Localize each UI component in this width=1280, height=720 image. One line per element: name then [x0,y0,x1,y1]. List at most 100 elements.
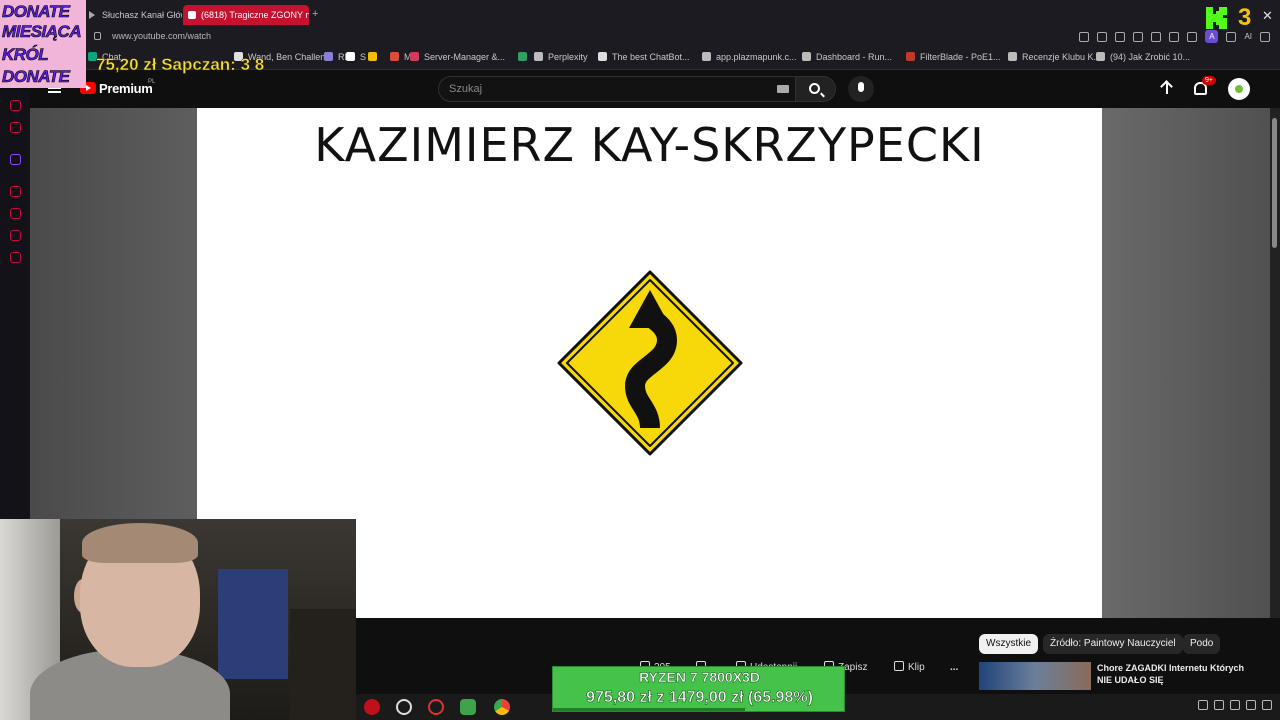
donate-ticker: 75,20 zł Sapczan: 3 8 [96,55,265,75]
chrome-icon[interactable] [494,699,510,715]
clip-label: Klip [908,662,925,673]
bookmark-favicon-icon [1008,52,1017,61]
sidebar-icon-settings[interactable] [10,252,21,263]
network-icon[interactable] [1230,700,1240,710]
chip-next[interactable]: Podo [1183,634,1221,654]
goal-title: RYZEN 7 7800X3D [639,669,760,685]
bookmark-favicon-icon [324,52,333,61]
speedometer-icon[interactable] [428,699,444,715]
recommended-title: Chore ZAGADKI Internetu Których NIE UDAŁ… [1097,663,1245,685]
sidebar-icon-extensions[interactable] [10,230,21,241]
chip-all[interactable]: Wszystkie [979,634,1038,654]
bookmark-item[interactable]: FilterBlade - PoE1... [906,52,1001,62]
search-button[interactable] [796,76,836,102]
sidebar-icon-player[interactable] [10,186,21,197]
bookmark-icon[interactable] [1079,31,1090,42]
camera-icon[interactable] [1133,31,1144,42]
search-icon [809,83,820,94]
bookmark-label: app.plazmapunk.c... [716,52,797,62]
bookmark-item[interactable]: Server-Manager &... [410,52,505,62]
new-tab-button[interactable]: + [312,8,318,20]
youtube-header: Premium PL 9+ [30,70,1280,108]
bookmark-label: (94) Jak Zrobić 10... [1110,52,1191,62]
bookmark-favicon-icon [410,52,419,61]
bookmark-item[interactable]: Perplexity [534,52,588,62]
bookmark-favicon-icon [702,52,711,61]
system-tray [1198,700,1272,710]
record-app-icon[interactable] [364,699,380,715]
kick-logo-icon [1206,7,1227,29]
chip-source[interactable]: Źródło: Paintowy Nauczyciel [1043,634,1183,654]
video-frame-title: KAZIMIERZ KAY-SKRZYPECKI [314,118,985,172]
bookmark-item[interactable]: Dashboard - Run... [802,52,892,62]
upload-icon[interactable] [1160,80,1174,96]
page-scrollbar[interactable] [1270,108,1280,618]
bookmark-favicon-icon [598,52,607,61]
address-bar: www.youtube.com/watch A AI [84,28,1280,46]
shield-icon[interactable] [1115,31,1126,42]
tab-sluchasz[interactable]: Słuchasz Kanał Głów [84,5,182,25]
bookmark-item[interactable]: Recenzje Klubu K... [1008,52,1101,62]
video-side-background [30,108,197,520]
bookmark-item[interactable]: app.plazmapunk.c... [702,52,797,62]
donate-line: MIESIĄCA [2,22,82,42]
heart-icon[interactable] [1169,31,1180,42]
bookmark-item[interactable]: S [346,52,366,62]
bookmark-item[interactable] [518,52,532,62]
goal-amount: 975,80 zł z 1479,00 zł (65.98%) [586,689,813,707]
play-app-icon[interactable] [460,699,476,715]
tray-arrow-icon[interactable] [1198,700,1208,710]
bookmark-favicon-icon [1096,52,1105,61]
bookmark-item[interactable]: (94) Jak Zrobić 10... [1096,52,1190,62]
bookmark-favicon-icon [518,52,527,61]
sidebar-icon-twitch[interactable] [10,154,21,165]
tab-label: (6818) Tragiczne ZGONY n [201,10,309,20]
bookmark-item[interactable]: M [390,52,412,62]
bookmark-label: Recenzje Klubu K... [1022,52,1102,62]
bookmark-item[interactable] [368,52,382,62]
volume-icon[interactable] [1246,700,1256,710]
tab-youtube-active[interactable]: (6818) Tragiczne ZGONY n [183,5,309,25]
sidebar-icon-history[interactable] [10,208,21,219]
webcam-person-hair [82,523,198,563]
profile-avatar[interactable]: A [1205,30,1219,43]
search-input[interactable] [449,81,759,97]
more-actions-button[interactable]: ... [950,658,958,678]
url-field[interactable]: www.youtube.com/watch [112,31,211,41]
bookmark-favicon-icon [906,52,915,61]
bluetooth-icon[interactable] [1214,700,1224,710]
scrollbar-thumb[interactable] [1272,118,1277,248]
menu-icon[interactable] [1260,31,1270,42]
bookmark-label: S [360,52,367,62]
video-side-background [1102,108,1270,618]
youtube-brand[interactable]: Premium [99,81,153,96]
sidebar-icon-instagram[interactable] [10,122,21,133]
ai-button[interactable]: AI [1244,32,1252,41]
recommended-video[interactable]: Chore ZAGADKI Internetu Których NIE UDAŁ… [979,662,1244,692]
screen: Słuchasz Kanał Głów (6818) Tragiczne ZGO… [0,0,1280,720]
region-code: PL [148,79,156,85]
voice-search-button[interactable] [848,76,874,102]
browser-tab-strip: Słuchasz Kanał Głów (6818) Tragiczne ZGO… [0,0,1280,28]
webcam-overlay [0,519,356,720]
clip-button[interactable]: Klip [894,658,925,678]
sidebar-icon-messenger[interactable] [10,100,21,111]
tab-label: Słuchasz Kanał Głów [102,10,182,20]
lock-icon [94,32,101,40]
notifications-icon[interactable] [1262,700,1272,710]
extensions-icon[interactable] [1187,31,1198,42]
account-avatar[interactable] [1228,78,1250,100]
download-icon[interactable] [1226,31,1237,42]
scissors-icon [894,661,904,671]
close-window-icon[interactable]: ✕ [1262,8,1273,24]
browser-sidebar [0,90,30,520]
bookmark-item[interactable]: The best ChatBot... [598,52,690,62]
webcam-shelf [290,609,356,720]
screenshot-icon[interactable] [1097,31,1108,42]
webcam-boxes [218,569,288,679]
bookmark-favicon-icon [390,52,399,61]
bookmark-label: Server-Manager &... [424,52,506,62]
keyboard-icon[interactable] [777,85,789,93]
play-icon[interactable] [1151,31,1162,42]
settings-gear-icon[interactable] [396,699,412,715]
